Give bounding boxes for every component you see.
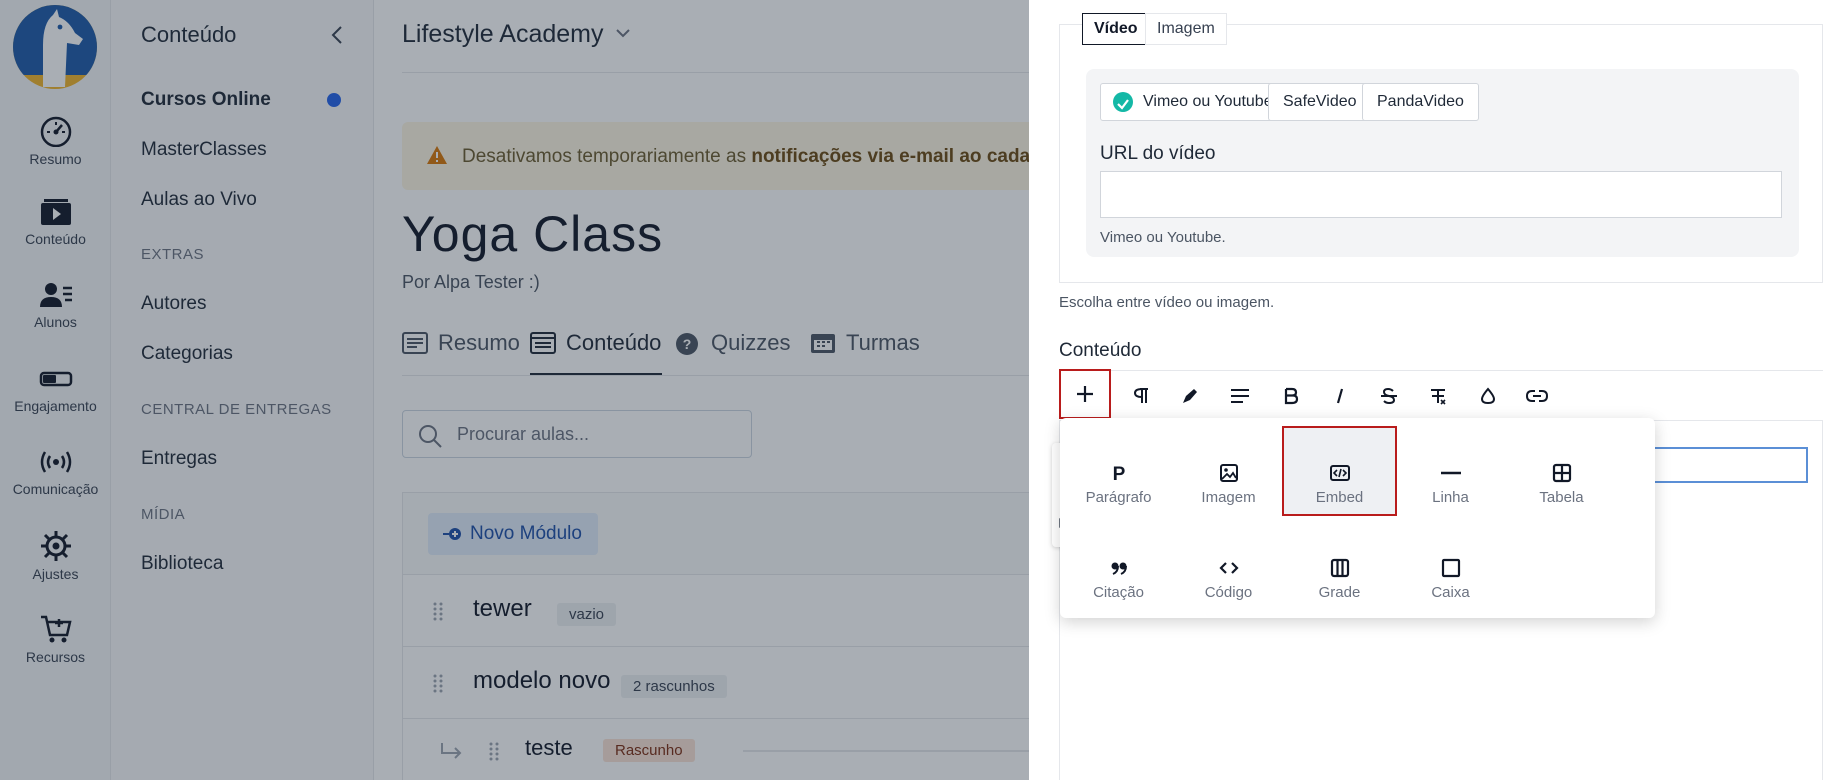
block-option-label: Código (1204, 583, 1253, 601)
clear-format-button[interactable] (1417, 374, 1459, 418)
block-option-label: Embed (1315, 488, 1364, 506)
plus-icon (1077, 386, 1093, 402)
color-button[interactable] (1467, 374, 1509, 418)
paragraph-icon: P (1112, 464, 1125, 483)
link-icon (1526, 390, 1548, 402)
block-option-imagem[interactable]: Imagem (1171, 426, 1286, 516)
code-icon (1218, 561, 1239, 574)
bold-icon (1284, 387, 1299, 405)
block-option-label: Linha (1432, 488, 1469, 506)
align-button[interactable] (1219, 374, 1261, 418)
video-url-label: URL do vídeo (1100, 143, 1216, 164)
svg-text:P: P (1112, 464, 1125, 483)
modal-backdrop[interactable] (0, 0, 1029, 780)
media-card: Vídeo Imagem Vimeo ou Youtube SafeVideo … (1059, 13, 1823, 283)
image-icon (1219, 463, 1238, 482)
video-url-input[interactable] (1100, 171, 1782, 218)
provider-vimeo-youtube[interactable]: Vimeo ou Youtube (1100, 83, 1288, 121)
video-url-help: Vimeo ou Youtube. (1100, 229, 1226, 246)
add-block-button[interactable] (1059, 369, 1111, 419)
pen-icon (1183, 389, 1197, 403)
media-tab-image[interactable]: Imagem (1145, 13, 1227, 45)
table-icon (1552, 463, 1571, 482)
block-option-caixa[interactable]: Caixa (1393, 521, 1508, 611)
provider-label: Vimeo ou Youtube (1143, 93, 1273, 110)
media-tab-video[interactable]: Vídeo (1082, 13, 1150, 45)
editor-toolbar (1059, 369, 1823, 420)
block-inserter-menu: P Parágrafo Imagem Embed Linha Tabela Ci… (1060, 418, 1655, 618)
block-option-label: Parágrafo (1085, 488, 1152, 506)
box-icon (1441, 558, 1460, 577)
block-option-label: Caixa (1431, 583, 1470, 601)
quote-icon (1111, 562, 1127, 575)
block-option-grade[interactable]: Grade (1282, 521, 1397, 611)
link-button[interactable] (1516, 374, 1558, 418)
pilcrow-icon (1133, 388, 1148, 403)
provider-pandavideo[interactable]: PandaVideo (1362, 83, 1479, 121)
block-option-paragrafo[interactable]: P Parágrafo (1061, 426, 1176, 516)
line-icon (1440, 471, 1461, 474)
media-help-text: Escolha entre vídeo ou imagem. (1059, 294, 1275, 311)
block-option-label: Tabela (1539, 488, 1584, 506)
strikethrough-icon (1381, 387, 1397, 405)
check-circle-icon (1113, 92, 1133, 112)
block-option-codigo[interactable]: Código (1171, 521, 1286, 611)
bold-button[interactable] (1270, 374, 1312, 418)
align-left-icon (1231, 389, 1249, 403)
grid-icon (1330, 558, 1349, 577)
embed-icon (1329, 464, 1350, 481)
italic-button[interactable] (1319, 374, 1361, 418)
provider-safevideo[interactable]: SafeVideo (1268, 83, 1372, 121)
block-option-embed[interactable]: Embed (1282, 426, 1397, 516)
drop-icon (1480, 387, 1496, 405)
clear-format-icon (1431, 389, 1446, 405)
block-option-citacao[interactable]: Citação (1061, 521, 1176, 611)
block-option-label: Imagem (1201, 488, 1256, 506)
content-label: Conteúdo (1059, 340, 1142, 361)
block-option-label: Grade (1318, 583, 1361, 601)
lesson-editor-drawer: Vídeo Imagem Vimeo ou Youtube SafeVideo … (1029, 0, 1843, 780)
italic-icon (1336, 388, 1344, 404)
video-settings: Vimeo ou Youtube SafeVideo PandaVideo UR… (1086, 69, 1799, 257)
paragraph-button[interactable] (1120, 374, 1162, 418)
block-option-linha[interactable]: Linha (1393, 426, 1508, 516)
block-option-tabela[interactable]: Tabela (1504, 426, 1619, 516)
highlight-button[interactable] (1169, 374, 1211, 418)
strikethrough-button[interactable] (1368, 374, 1410, 418)
block-option-label: Citação (1093, 583, 1144, 601)
